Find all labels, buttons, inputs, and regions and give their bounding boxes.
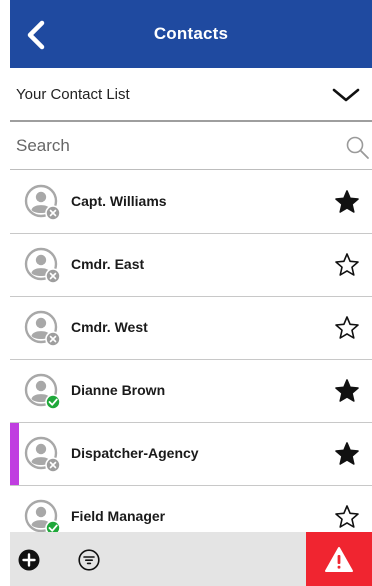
contact-row[interactable]: Cmdr. East <box>10 234 372 297</box>
contact-row[interactable]: Field Manager <box>10 486 372 532</box>
back-button[interactable] <box>22 18 50 52</box>
status-online-icon <box>45 394 61 410</box>
avatar <box>24 247 61 284</box>
contact-name: Field Manager <box>71 508 166 524</box>
contact-list: Capt. Williams Cmdr. East Cmdr. West Dia… <box>10 171 372 532</box>
contact-row[interactable]: Cmdr. West <box>10 297 372 360</box>
contacts-screen: Contacts Your Contact List Capt. William… <box>0 0 372 586</box>
add-contact-button[interactable] <box>18 549 40 571</box>
search-icon[interactable] <box>344 134 370 160</box>
status-offline-icon <box>45 331 61 347</box>
status-online-icon <box>45 520 61 532</box>
chevron-left-icon <box>27 20 45 50</box>
bottom-toolbar <box>10 532 372 586</box>
avatar <box>24 499 61 532</box>
contact-row[interactable]: Dianne Brown <box>10 360 372 423</box>
status-offline-icon <box>45 457 61 473</box>
star-filled-icon[interactable] <box>334 189 360 215</box>
chevron-down-icon <box>332 88 360 102</box>
emergency-button[interactable] <box>306 532 372 586</box>
contact-name: Cmdr. West <box>71 319 148 335</box>
search-bar <box>10 124 372 170</box>
status-offline-icon <box>45 268 61 284</box>
star-filled-icon[interactable] <box>334 378 360 404</box>
status-offline-icon <box>45 205 61 221</box>
star-outline-icon[interactable] <box>334 252 360 278</box>
app-header: Contacts <box>10 0 372 68</box>
avatar <box>24 436 61 473</box>
star-outline-icon[interactable] <box>334 315 360 341</box>
filter-button[interactable] <box>78 549 100 571</box>
contact-name: Capt. Williams <box>71 193 167 209</box>
page-title: Contacts <box>153 24 229 43</box>
contact-name: Dianne Brown <box>71 382 166 398</box>
search-input[interactable] <box>16 132 326 160</box>
contact-row[interactable]: Capt. Williams <box>10 171 372 234</box>
avatar <box>24 310 61 347</box>
contact-row[interactable]: Dispatcher-Agency <box>10 423 372 486</box>
star-filled-icon[interactable] <box>334 441 360 467</box>
contact-list-selector-label: Your Contact List <box>16 85 130 103</box>
avatar <box>24 184 61 221</box>
avatar <box>24 373 61 410</box>
contact-list-selector[interactable]: Your Contact List <box>10 68 372 122</box>
contact-name: Cmdr. East <box>71 256 145 272</box>
warning-triangle-icon <box>325 546 353 572</box>
star-outline-icon[interactable] <box>334 504 360 530</box>
frame-left <box>0 0 10 586</box>
contact-name: Dispatcher-Agency <box>71 445 199 461</box>
